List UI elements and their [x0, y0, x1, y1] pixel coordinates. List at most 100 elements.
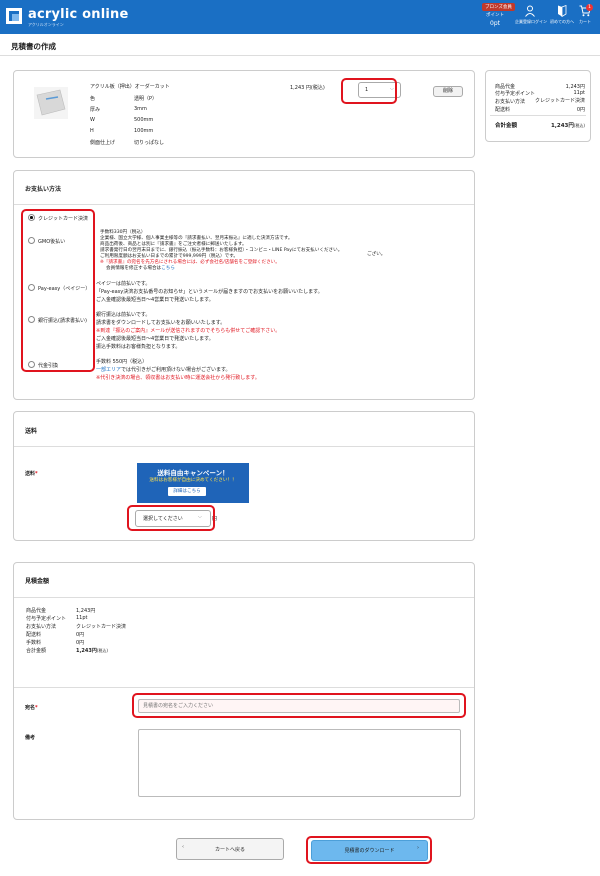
estimate-key: 商品代金 [26, 608, 47, 614]
payeasy-text: ペイジーは前払いです。 [96, 281, 151, 287]
estimate-divider [14, 687, 474, 688]
summary-value: 1,243円 [565, 84, 585, 90]
summary-value: 0円 [576, 107, 585, 113]
estimate-card: 見積金額 商品代金 1,243円 付与予定ポイント 11pt お支払い方法 クレ… [13, 562, 475, 820]
remarks-label: 備考 [25, 735, 36, 741]
estimate-key: 手数料 [26, 640, 42, 646]
product-card: アクリル板（押出）オーダーカット 色 透明（P） 厚み 3mm W 500mm … [13, 70, 475, 158]
page-title: 見積書の作成 [11, 42, 56, 51]
logo-text[interactable]: acrylic online [28, 7, 128, 22]
remarks-textarea[interactable] [138, 729, 461, 797]
spec-value: 3mm [134, 106, 147, 112]
summary-key: お支払い方法 [495, 99, 526, 105]
payment-title: お支払い方法 [25, 186, 62, 193]
spec-key: 側面仕上げ [90, 140, 116, 146]
summary-value: 11pt [573, 90, 586, 96]
member-rank-badge: ブロンズ会員 [482, 3, 515, 11]
estimate-value: 0円 [76, 640, 85, 646]
payeasy-text: 「Pay-easy決済お支払番号のお知らせ」というメールが届きますのでお支払いを… [96, 289, 323, 295]
product-price: 1,243 円(税込) [290, 85, 325, 91]
summary-total-tax: (税込) [573, 123, 585, 128]
estimate-value: 1,243円 [76, 608, 96, 614]
bank-text: 請求書をダウンロードしてお支払いをお願いいたします。 [96, 320, 226, 326]
back-to-cart-button[interactable]: ‹ カートへ戻る [176, 838, 284, 860]
estimate-value: 11pt [76, 615, 88, 621]
estimate-total: 1,243円(税込) [76, 647, 108, 654]
highlight-download-button [306, 836, 432, 864]
summary-divider [490, 115, 586, 116]
highlight-addressee-input [132, 693, 466, 718]
estimate-header: 見積金額 [14, 563, 474, 598]
summary-key: 配送料 [495, 107, 511, 113]
title-divider [0, 55, 600, 56]
nav-cart-label: カート [579, 19, 591, 24]
logo-subtext: アクリルオンライン [28, 22, 64, 27]
nav-login-label: 企業登録ログイン [515, 19, 547, 24]
cod-area-text: では代引きがご利用頂けない場合がございます。 [121, 367, 231, 373]
summary-key: 商品代金 [495, 84, 516, 90]
bank-text: ご入金確認後最短当日〜4営業日で発送いたします。 [96, 336, 214, 342]
estimate-value: クレジットカード決済 [76, 624, 127, 630]
shipping-header: 送料 [14, 412, 474, 447]
cart-count-badge: 1 [586, 4, 593, 11]
banner-title: 送料自由キャンペーン！ [157, 469, 229, 477]
spec-value: 切りっぱなし [134, 140, 165, 146]
banner-detail-button[interactable]: 詳細はこちら [168, 487, 206, 496]
order-summary-card: 商品代金 1,243円 付与予定ポイント 11pt お支払い方法 クレジットカー… [485, 70, 591, 142]
required-mark: * [35, 705, 38, 711]
summary-total-value: 1,243円(税込) [551, 121, 585, 129]
bank-text: 振込手数料はお客様負担となります。 [96, 344, 181, 350]
banner-text: 送料はお客様が自由に決めてください！！ [149, 478, 237, 483]
summary-value: クレジットカード決済 [534, 98, 585, 104]
gmo-edit-prefix: 会員情報を修正する場合は [106, 266, 162, 271]
payeasy-text: ご入金確認後最短当日〜4営業日で発送いたします。 [96, 297, 214, 303]
logo-mark-icon [6, 8, 22, 24]
highlight-shipping-select [127, 505, 215, 531]
estimate-total-amount: 1,243円 [76, 648, 97, 654]
summary-key: 付与予定ポイント [495, 91, 536, 97]
shipping-title: 送料 [25, 428, 38, 435]
shipping-card: 送料 送料* 送料自由キャンペーン！ 送料はお客様が自由に決めてください！！ 詳… [13, 411, 475, 541]
spec-key: 色 [90, 96, 96, 102]
product-thumbnail [34, 87, 68, 119]
points-label: ポイント [486, 13, 504, 18]
required-mark: * [35, 471, 38, 477]
gmo-trailing-text: ござい。 [367, 252, 386, 257]
payment-header: お支払い方法 [14, 171, 474, 205]
spec-value: 100mm [134, 128, 154, 134]
estimate-value: 0円 [76, 632, 85, 638]
summary-total-amount: 1,243円 [550, 123, 574, 129]
cod-text: 一部エリアでは代引きがご利用頂けない場合がございます。 [96, 367, 231, 373]
estimate-key: 配送料 [26, 632, 42, 638]
product-name: アクリル板（押出）オーダーカット [90, 84, 170, 90]
estimate-key: 合計金額 [26, 648, 47, 654]
estimate-key: 付与予定ポイント [26, 616, 67, 622]
spec-key: W [90, 117, 95, 123]
shipping-label-text: 送料 [25, 471, 36, 477]
bank-text: 銀行振込は前払いです。 [96, 312, 151, 318]
nav-login[interactable]: 企業登録ログイン [515, 5, 547, 25]
addressee-label-text: 宛名 [25, 705, 36, 711]
user-icon [525, 5, 535, 17]
points-value: 0pt [490, 20, 500, 27]
spec-key: 厚み [90, 107, 101, 113]
addressee-label: 宛名* [25, 704, 38, 711]
shipping-field-label: 送料* [25, 470, 38, 477]
cod-text: 手数料 550円（税込） [96, 359, 148, 365]
gmo-edit-link[interactable]: こちら [161, 266, 175, 271]
bank-warning: ※到達『振込のご案内』メールが送信されますのでそちらも併せてご確認下さい。 [96, 328, 281, 334]
back-to-cart-label: カートへ戻る [214, 846, 245, 853]
header-bar: acrylic online アクリルオンライン ブロンズ会員 ポイント 0pt… [0, 0, 600, 34]
nav-cart[interactable]: カート [572, 5, 598, 25]
shipping-campaign-banner[interactable]: 送料自由キャンペーン！ 送料はお客様が自由に決めてください！！ 詳細はこちら [137, 463, 249, 503]
spec-value: 500mm [134, 117, 154, 123]
delete-button[interactable]: 削除 [433, 86, 463, 97]
cod-warning: ※代引き決済の場合、領収書はお支払い時に運送会社から発行致します。 [96, 375, 260, 381]
highlight-payment-options [21, 209, 95, 372]
estimate-title: 見積金額 [25, 578, 50, 585]
cod-area-link[interactable]: 一部エリア [96, 367, 121, 373]
estimate-key: お支払い方法 [26, 624, 57, 630]
summary-total-label: 合計金額 [495, 123, 518, 129]
estimate-total-tax: (税込) [96, 648, 108, 653]
spec-key: H [90, 128, 94, 134]
